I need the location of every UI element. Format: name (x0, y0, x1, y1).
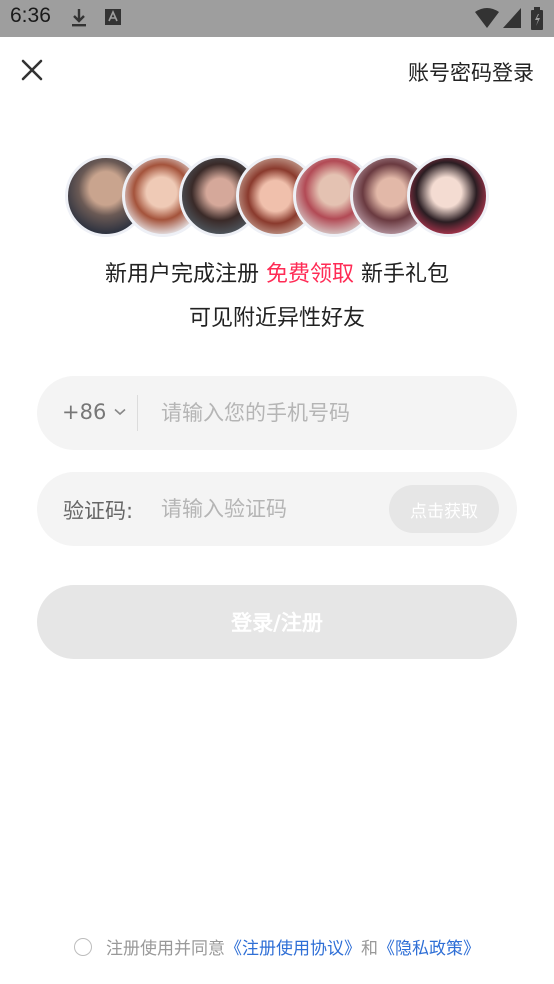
agree-radio[interactable] (74, 937, 92, 956)
agreement-prefix: 注册使用并同意 (106, 939, 225, 959)
avatar-row (65, 155, 490, 237)
promo-subtitle: 可见附近异性好友 (188, 306, 365, 331)
chevron-down-icon (114, 408, 126, 416)
battery-icon (530, 7, 544, 35)
agreement-row: 注册使用并同意 《注册使用协议》 和 《隐私政策》 (0, 934, 554, 959)
divider (137, 395, 138, 431)
code-label: 验证码: (63, 499, 134, 523)
privacy-link[interactable]: 《隐私政策》 (378, 934, 480, 959)
country-code: +86 (62, 400, 107, 424)
close-button[interactable] (16, 54, 48, 86)
phone-input[interactable] (161, 396, 491, 430)
promo-highlight: 免费领取 (265, 262, 354, 287)
code-field: 验证码: 点击获取 (37, 472, 517, 546)
status-time: 6:36 (10, 4, 51, 27)
promo-prefix: 新用户完成注册 (104, 262, 266, 287)
wifi-icon (474, 7, 500, 33)
login-register-button[interactable]: 登录/注册 (37, 585, 517, 659)
terms-link[interactable]: 《注册使用协议》 (225, 934, 361, 959)
promo-suffix: 新手礼包 (354, 262, 449, 287)
avatar (407, 155, 489, 237)
keyboard-icon (104, 7, 122, 31)
country-code-selector[interactable]: +86 (62, 400, 126, 424)
code-input[interactable] (161, 492, 381, 526)
password-login-link[interactable]: 账号密码登录 (408, 57, 534, 87)
agreement-and: 和 (361, 939, 378, 959)
get-code-button[interactable]: 点击获取 (389, 485, 499, 533)
phone-field: +86 (37, 376, 517, 450)
signal-icon (502, 7, 522, 33)
promo-line: 新用户完成注册 免费领取 新手礼包 (0, 256, 554, 288)
close-icon (21, 59, 43, 81)
download-icon (68, 7, 90, 33)
status-bar: 6:36 (0, 0, 554, 37)
